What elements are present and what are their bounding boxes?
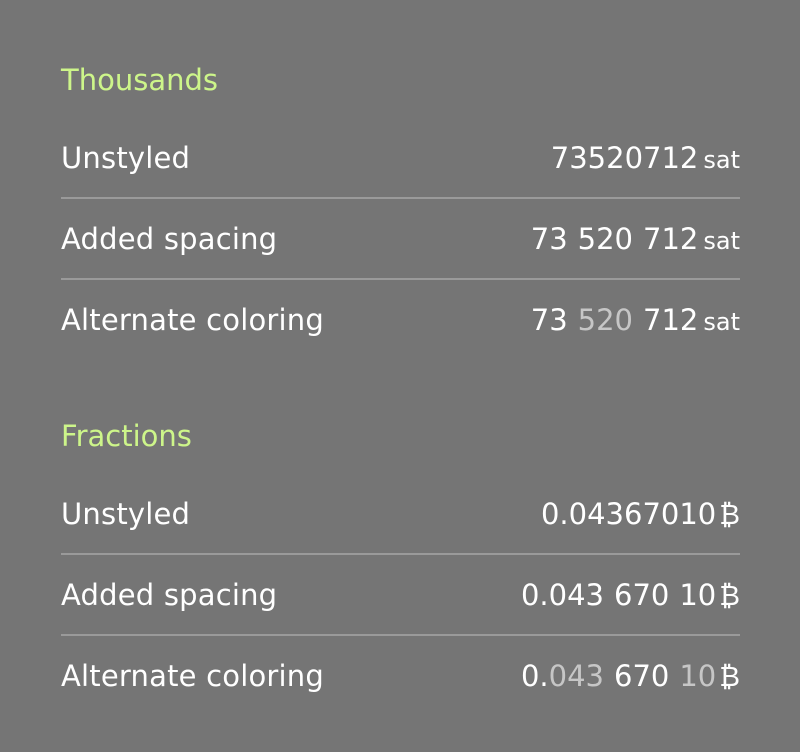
amount-value: 73520712sat bbox=[551, 141, 740, 175]
bitcoin-unit: ₿ bbox=[719, 578, 740, 612]
fractions-row-alternate-coloring: Alternate coloring 0.043 670 10 ₿ bbox=[61, 636, 740, 715]
sat-unit: sat bbox=[703, 226, 740, 255]
digit-group: 0.043 bbox=[520, 577, 604, 612]
thousands-row-alternate-coloring: Alternate coloring 73 520 712 sat bbox=[61, 280, 740, 359]
amount-value: 73 520 712sat bbox=[531, 222, 740, 256]
bitcoin-unit: ₿ bbox=[719, 659, 740, 693]
digit-group-muted: 10 bbox=[679, 658, 717, 693]
row-label: Unstyled bbox=[61, 140, 191, 175]
digit-group: 0. bbox=[520, 658, 549, 693]
row-label: Alternate coloring bbox=[61, 302, 324, 337]
amount-value: 0.04367010₿ bbox=[541, 497, 740, 531]
bitcoin-unit: ₿ bbox=[719, 497, 740, 531]
fractions-row-added-spacing: Added spacing 0.043 670 10 ₿ bbox=[61, 555, 740, 636]
amount-digits: 0.04367010 bbox=[540, 496, 717, 531]
thousands-heading: Thousands bbox=[61, 63, 218, 97]
digit-group-muted: 043 bbox=[548, 658, 604, 693]
amount-value: 73 520 712sat bbox=[531, 303, 740, 337]
fractions-row-unstyled: Unstyled 0.04367010 ₿ bbox=[61, 474, 740, 555]
thousands-row-unstyled: Unstyled 73520712 sat bbox=[61, 118, 740, 199]
fractions-heading: Fractions bbox=[61, 419, 192, 453]
thousands-section: Thousands Unstyled 73520712 sat Added spa… bbox=[61, 60, 740, 359]
digit-group-muted: 520 bbox=[577, 302, 634, 337]
amount-digits: 73520712 bbox=[550, 140, 699, 175]
fractions-section: Fractions Unstyled 0.04367010 ₿ Added spa… bbox=[61, 416, 740, 715]
row-label: Added spacing bbox=[61, 221, 278, 256]
digit-group: 712 bbox=[643, 221, 699, 256]
amount-value: 0.043 670 10₿ bbox=[521, 578, 740, 612]
digit-group: 520 bbox=[577, 221, 634, 256]
digit-group: 73 bbox=[530, 302, 568, 337]
row-label: Added spacing bbox=[61, 577, 278, 612]
sat-unit: sat bbox=[703, 145, 740, 174]
digit-group: 73 bbox=[530, 221, 568, 256]
digit-group: 10 bbox=[679, 577, 717, 612]
amount-value: 0.043 670 10₿ bbox=[521, 659, 740, 693]
digit-group: 670 bbox=[614, 658, 670, 693]
row-label: Alternate coloring bbox=[61, 658, 324, 693]
row-label: Unstyled bbox=[61, 496, 191, 531]
thousands-row-added-spacing: Added spacing 73 520 712 sat bbox=[61, 199, 740, 280]
digit-group: 712 bbox=[643, 302, 699, 337]
digit-group: 670 bbox=[614, 577, 670, 612]
sat-unit: sat bbox=[703, 307, 740, 336]
